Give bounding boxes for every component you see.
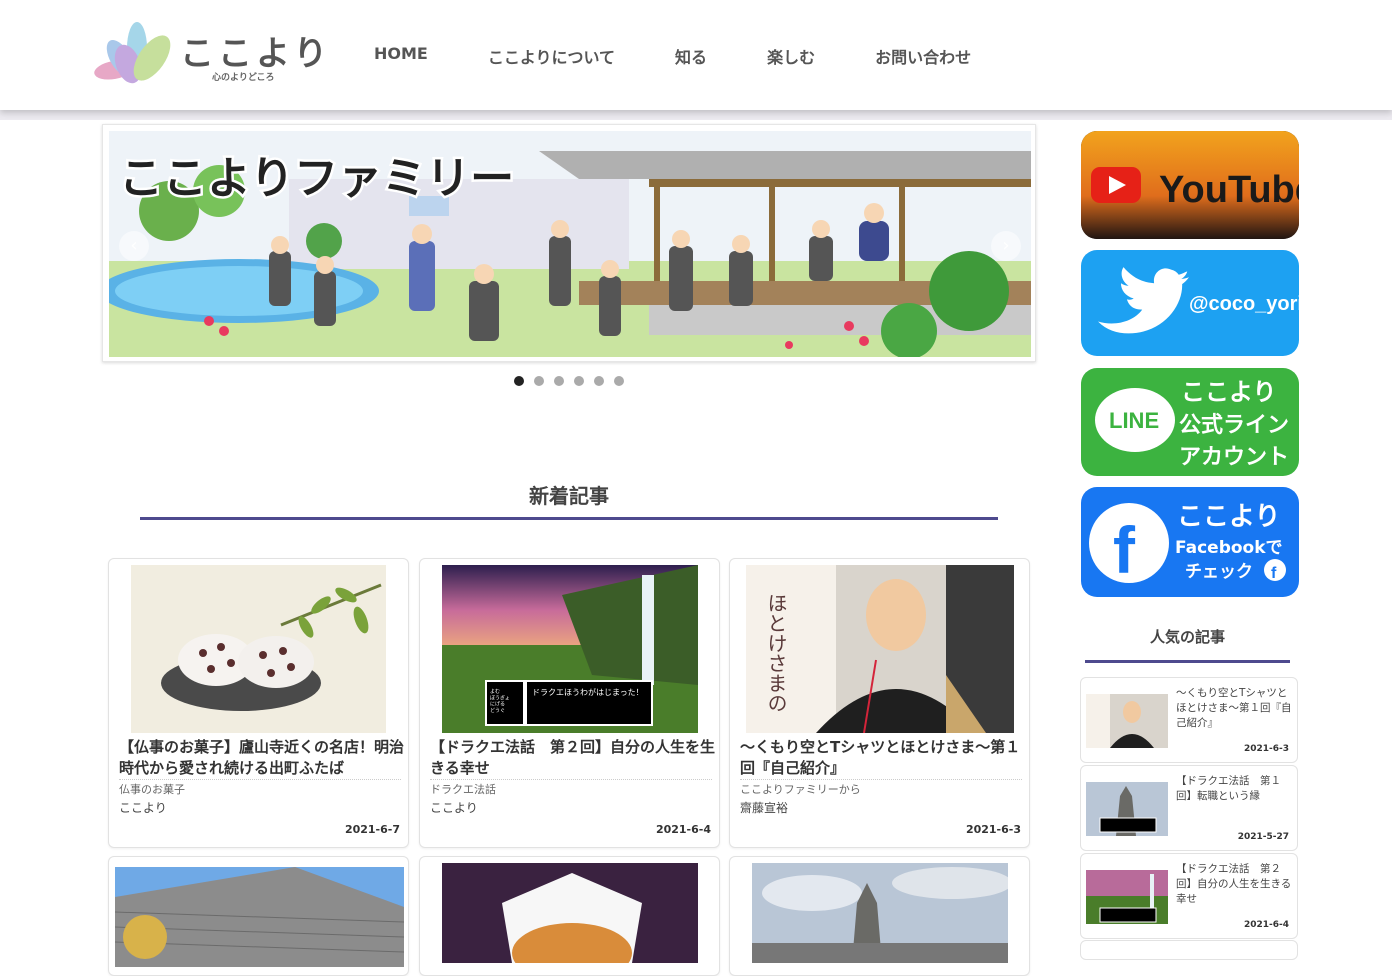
popular-date: 2021-6-3	[1243, 744, 1289, 754]
latest-articles-heading: 新着記事	[529, 484, 609, 508]
svg-text:f: f	[1271, 565, 1277, 582]
popular-heading-underline	[1085, 660, 1290, 663]
line-banner-art: LINE ここより 公式ライン アカウント	[1095, 378, 1289, 470]
youtube-label: YouTube	[1159, 169, 1299, 211]
twitter-banner[interactable]: @coco_yori	[1081, 250, 1299, 356]
article-date: 2021-6-3	[965, 823, 1021, 836]
nav-learn[interactable]: 知る	[675, 44, 707, 68]
slider-dot[interactable]	[534, 376, 544, 386]
popular-articles-heading: 人気の記事	[1149, 628, 1225, 646]
facebook-banner-art: f ここより Facebookで チェック f	[1089, 502, 1286, 587]
line-text-3: アカウント	[1179, 445, 1289, 470]
article-author: ここより	[119, 801, 167, 815]
article-date: 2021-6-7	[344, 823, 400, 836]
banner-title: ここよりファミリー	[119, 153, 514, 204]
popular-title[interactable]: 〜くもり空とTシャツとほとけさま〜第１回『自己紹介』	[1176, 686, 1292, 731]
article-card[interactable]	[419, 856, 720, 976]
family-illustration: ここよりファミリー	[109, 131, 1031, 357]
sign-text: ほとけさまのやさしい精進	[764, 593, 788, 733]
popular-thumbnail	[1086, 782, 1168, 836]
facebook-text-1: ここより	[1177, 502, 1280, 532]
popular-article[interactable]	[1080, 940, 1298, 960]
popular-thumbnail	[1086, 870, 1168, 924]
site-logo[interactable]: ここより 心のよりどころ	[92, 18, 332, 88]
article-category[interactable]: ここよりファミリーから	[740, 779, 1022, 797]
article-title[interactable]: 【仏事のお菓子】廬山寺近くの名店！明治時代から愛され続ける出町ふたば	[119, 737, 404, 779]
youtube-banner-art: YouTube	[1081, 131, 1299, 239]
hero-slider: ここよりファミリー ‹ ›	[102, 124, 1036, 362]
article-date: 2021-6-4	[655, 823, 711, 836]
popular-date: 2021-5-27	[1237, 832, 1289, 842]
slider-dot[interactable]	[594, 376, 604, 386]
waterfall-thumbnail: ドラクエほうわがはじまった！ よむぼうぎょにげるどうぐ	[442, 565, 698, 733]
article-title[interactable]: 〜くもり空とTシャツとほとけさま〜第１回『自己紹介』	[740, 737, 1025, 779]
popular-article[interactable]: 〜くもり空とTシャツとほとけさま〜第１回『自己紹介』 2021-6-3	[1080, 677, 1298, 763]
slider-dot[interactable]	[614, 376, 624, 386]
article-author: 齋藤宣裕	[740, 801, 789, 815]
logo-text: ここより	[180, 34, 332, 74]
line-banner[interactable]: LINE ここより 公式ライン アカウント	[1081, 368, 1299, 476]
article-author: ここより	[430, 801, 478, 815]
slider-prev-button[interactable]: ‹	[119, 231, 149, 261]
article-card[interactable]: 【仏事のお菓子】廬山寺近くの名店！明治時代から愛され続ける出町ふたば 仏事のお菓…	[108, 558, 409, 848]
slider-dot[interactable]	[574, 376, 584, 386]
temple-roof-thumbnail	[115, 867, 404, 967]
site-header: ここより 心のよりどころ HOME ここよりについて 知る 楽しむ お問い合わせ	[0, 0, 1392, 110]
sweets-thumbnail	[442, 863, 698, 963]
logo-subtitle: 心のよりどころ	[212, 73, 275, 83]
castle-tower-thumbnail	[752, 863, 1008, 963]
popular-article[interactable]: 【ドラクエ法話 第１回】転職という縁 2021-5-27	[1080, 765, 1298, 851]
heading-underline	[140, 517, 998, 520]
slider-next-button[interactable]: ›	[991, 231, 1021, 261]
nav-about[interactable]: ここよりについて	[488, 44, 615, 68]
slider-dot[interactable]	[514, 376, 524, 386]
svg-text:f: f	[1113, 513, 1136, 587]
popular-article[interactable]: 【ドラクエ法話 第２回】自分の人生を生きる幸せ 2021-6-4	[1080, 853, 1298, 939]
nav-home[interactable]: HOME	[374, 44, 428, 68]
monk-portrait-thumbnail: ほとけさまのやさしい精進	[746, 565, 1014, 733]
slider-dot[interactable]	[554, 376, 564, 386]
article-title[interactable]: 【ドラクエ法話 第２回】自分の人生を生きる幸せ	[430, 737, 715, 779]
facebook-banner[interactable]: f ここより Facebookで チェック f	[1081, 487, 1299, 597]
main-nav: HOME ここよりについて 知る 楽しむ お問い合わせ	[374, 44, 1031, 68]
youtube-banner[interactable]: YouTube	[1081, 131, 1299, 239]
nav-enjoy[interactable]: 楽しむ	[767, 44, 815, 68]
article-card[interactable]	[729, 856, 1030, 976]
slider-dots	[514, 376, 624, 386]
nav-contact[interactable]: お問い合わせ	[875, 44, 971, 68]
twitter-icon: @coco_yori	[1098, 267, 1299, 334]
facebook-text-3: チェック	[1185, 562, 1253, 582]
article-card[interactable]	[108, 856, 409, 976]
article-card[interactable]: ほとけさまのやさしい精進 〜くもり空とTシャツとほとけさま〜第１回『自己紹介』 …	[729, 558, 1030, 848]
popular-title[interactable]: 【ドラクエ法話 第２回】自分の人生を生きる幸せ	[1176, 862, 1292, 907]
facebook-text-2: Facebookで	[1175, 538, 1283, 558]
sweets-thumbnail	[131, 565, 386, 733]
popular-date: 2021-6-4	[1243, 920, 1289, 930]
popular-title[interactable]: 【ドラクエ法話 第１回】転職という縁	[1176, 774, 1292, 804]
line-text-2: 公式ライン	[1179, 413, 1289, 438]
twitter-handle: @coco_yori	[1189, 293, 1299, 315]
game-dialog-text: ドラクエほうわがはじまった！	[532, 687, 644, 697]
line-text-1: ここより	[1181, 378, 1277, 406]
slide-image[interactable]: ここよりファミリー ‹ ›	[109, 131, 1031, 357]
article-category[interactable]: 仏事のお菓子	[119, 779, 401, 797]
popular-thumbnail	[1086, 694, 1168, 748]
header-band	[0, 110, 1392, 120]
article-card[interactable]: ドラクエほうわがはじまった！ よむぼうぎょにげるどうぐ 【ドラクエ法話 第２回】…	[419, 558, 720, 848]
line-badge: LINE	[1109, 408, 1159, 433]
article-category[interactable]: ドラクエ法話	[430, 779, 712, 797]
lotus-logo-icon	[94, 22, 171, 84]
